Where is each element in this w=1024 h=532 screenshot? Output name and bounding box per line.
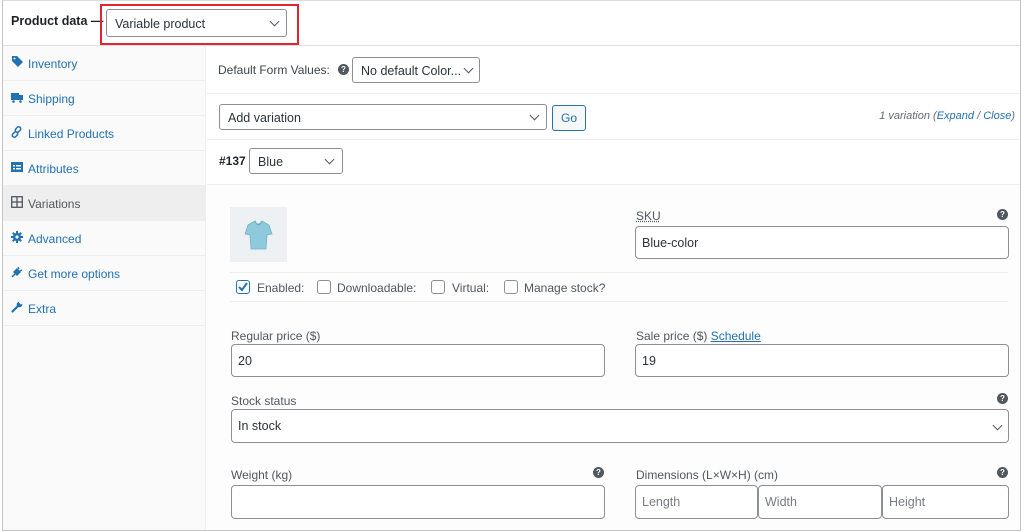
variation-image[interactable]	[230, 207, 287, 262]
close-link[interactable]: Close	[983, 110, 1011, 122]
default-color-value: No default Color...	[361, 64, 462, 78]
help-icon[interactable]: ?	[997, 209, 1008, 220]
divider	[207, 93, 1020, 94]
product-data-tabs: Inventory Shipping Linked Products Attri…	[3, 46, 206, 530]
variation-count-text: 1 variation	[879, 110, 930, 122]
help-icon[interactable]: ?	[338, 64, 349, 75]
product-data-label: Product data —	[11, 14, 104, 28]
help-icon[interactable]: ?	[997, 393, 1008, 404]
enabled-label: Enabled:	[257, 281, 305, 295]
weight-input[interactable]	[231, 485, 605, 519]
chevron-down-icon	[529, 110, 540, 121]
chevron-down-icon	[463, 63, 474, 74]
link-icon	[11, 126, 22, 138]
plugin-icon	[11, 266, 23, 278]
regular-price-label: Regular price ($)	[231, 329, 321, 343]
truck-icon	[11, 93, 23, 103]
gear-icon	[11, 231, 23, 243]
divider	[207, 139, 1020, 140]
sidebar-item-shipping[interactable]: Shipping	[3, 81, 206, 116]
weight-label: Weight (kg)	[231, 468, 293, 482]
sidebar-item-label: Advanced	[28, 232, 82, 246]
length-placeholder: Length	[642, 495, 681, 509]
add-variation-select[interactable]: Add variation	[219, 104, 547, 130]
variation-color-value: Blue	[258, 155, 284, 169]
regular-price-value: 20	[238, 353, 252, 368]
help-icon[interactable]: ?	[593, 467, 604, 478]
expand-link[interactable]: Expand	[937, 110, 974, 122]
height-placeholder: Height	[889, 495, 926, 509]
sidebar-item-linked-products[interactable]: Linked Products	[3, 116, 206, 151]
variations-panel: Default Form Values: ? No default Color.…	[207, 46, 1020, 530]
sidebar-item-label: Shipping	[28, 92, 75, 106]
virtual-checkbox[interactable]	[431, 280, 445, 294]
variation-id: #137	[219, 154, 246, 168]
downloadable-checkbox[interactable]	[317, 280, 331, 294]
dimensions-label: Dimensions (L×W×H) (cm)	[636, 468, 779, 482]
default-color-select[interactable]: No default Color...	[352, 57, 480, 83]
sidebar-item-variations[interactable]: Variations	[3, 186, 206, 221]
sidebar-item-label: Inventory	[28, 57, 78, 71]
variation-count: 1 variation (Expand / Close)	[879, 110, 1015, 122]
chevron-down-icon	[324, 154, 335, 165]
manage-stock-label: Manage stock?	[524, 281, 606, 295]
height-input[interactable]: Height	[882, 485, 1009, 519]
sidebar-item-label: Attributes	[28, 162, 79, 176]
sidebar-item-attributes[interactable]: Attributes	[3, 151, 206, 186]
go-button[interactable]: Go	[552, 105, 586, 131]
enabled-checkbox[interactable]	[236, 280, 250, 294]
add-variation-value: Add variation	[228, 111, 301, 125]
grid-icon	[11, 196, 23, 208]
list-icon	[11, 162, 23, 172]
sale-price-label: Sale price ($) Schedule	[636, 329, 761, 343]
sidebar-item-label: Linked Products	[28, 127, 115, 141]
length-input[interactable]: Length	[635, 485, 758, 519]
product-data-header: Product data — Variable product	[3, 1, 1020, 46]
sale-price-input[interactable]: 19	[635, 344, 1009, 377]
sku-label: SKU	[636, 209, 661, 223]
sidebar-item-label: Variations	[28, 197, 81, 211]
sidebar-item-extra[interactable]: Extra	[3, 291, 206, 326]
downloadable-label: Downloadable:	[337, 281, 417, 295]
schedule-link[interactable]: Schedule	[711, 329, 761, 343]
width-placeholder: Width	[765, 495, 797, 509]
wrench-icon	[11, 301, 23, 313]
help-icon[interactable]: ?	[997, 467, 1008, 478]
width-input[interactable]: Width	[758, 485, 882, 519]
tshirt-icon	[244, 220, 273, 250]
stock-status-label: Stock status	[231, 394, 297, 408]
regular-price-input[interactable]: 20	[231, 344, 605, 377]
manage-stock-checkbox[interactable]	[504, 280, 518, 294]
stock-status-select[interactable]: In stock	[231, 409, 1009, 443]
stock-status-value: In stock	[238, 419, 282, 433]
sku-input[interactable]: Blue-color	[635, 226, 1009, 259]
default-form-values-label: Default Form Values:	[218, 63, 330, 77]
sale-price-label-text: Sale price ($)	[636, 329, 708, 343]
sidebar-item-label: Get more options	[28, 267, 121, 281]
tag-icon	[12, 56, 23, 67]
virtual-label: Virtual:	[452, 281, 490, 295]
sidebar-item-inventory[interactable]: Inventory	[3, 46, 206, 81]
sidebar-item-get-more-options[interactable]: Get more options	[3, 256, 206, 291]
sale-price-value: 19	[642, 353, 656, 368]
product-type-value: Variable product	[115, 17, 206, 31]
variation-color-select[interactable]: Blue	[249, 148, 343, 174]
chevron-down-icon	[992, 420, 1003, 431]
variation-body: SKU ? Blue-color Enabled: Downloadable: …	[207, 185, 1020, 530]
chevron-down-icon	[269, 16, 280, 27]
sku-value: Blue-color	[642, 235, 699, 250]
sidebar-item-label: Extra	[28, 302, 57, 316]
product-data-panel: Product data — Variable product Inventor…	[2, 0, 1021, 531]
product-type-select[interactable]: Variable product	[106, 9, 287, 37]
sidebar-item-advanced[interactable]: Advanced	[3, 221, 206, 256]
checkmark-icon	[238, 282, 248, 292]
variation-options: Enabled: Downloadable: Virtual: Manage s…	[230, 272, 1008, 302]
